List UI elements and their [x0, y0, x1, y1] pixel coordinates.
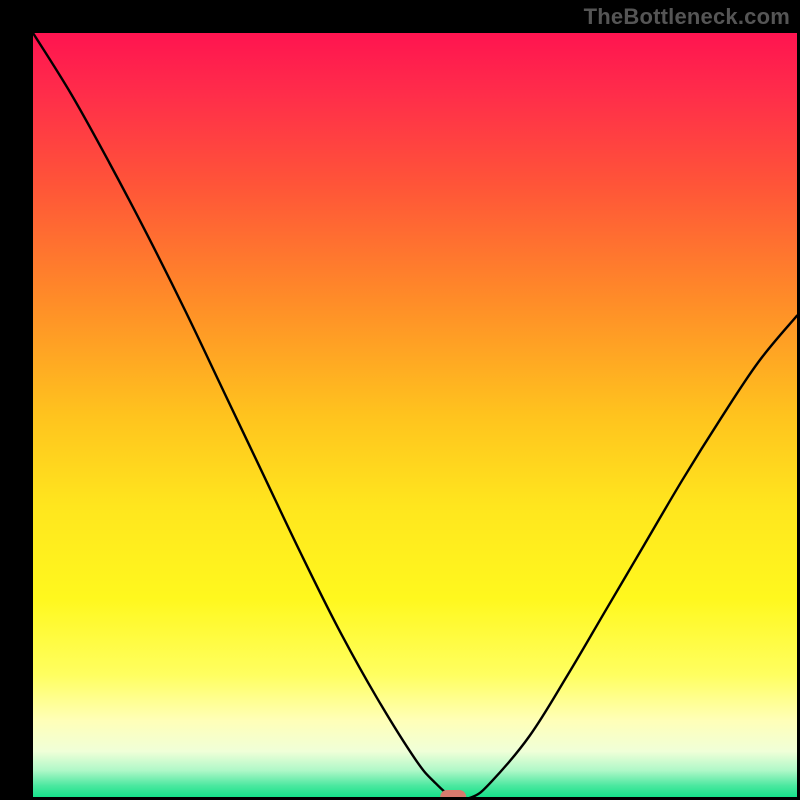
chart-container: TheBottleneck.com: [0, 0, 800, 800]
bottleneck-chart: [0, 0, 800, 800]
watermark-label: TheBottleneck.com: [584, 4, 790, 30]
plot-background-gradient: [33, 33, 797, 797]
